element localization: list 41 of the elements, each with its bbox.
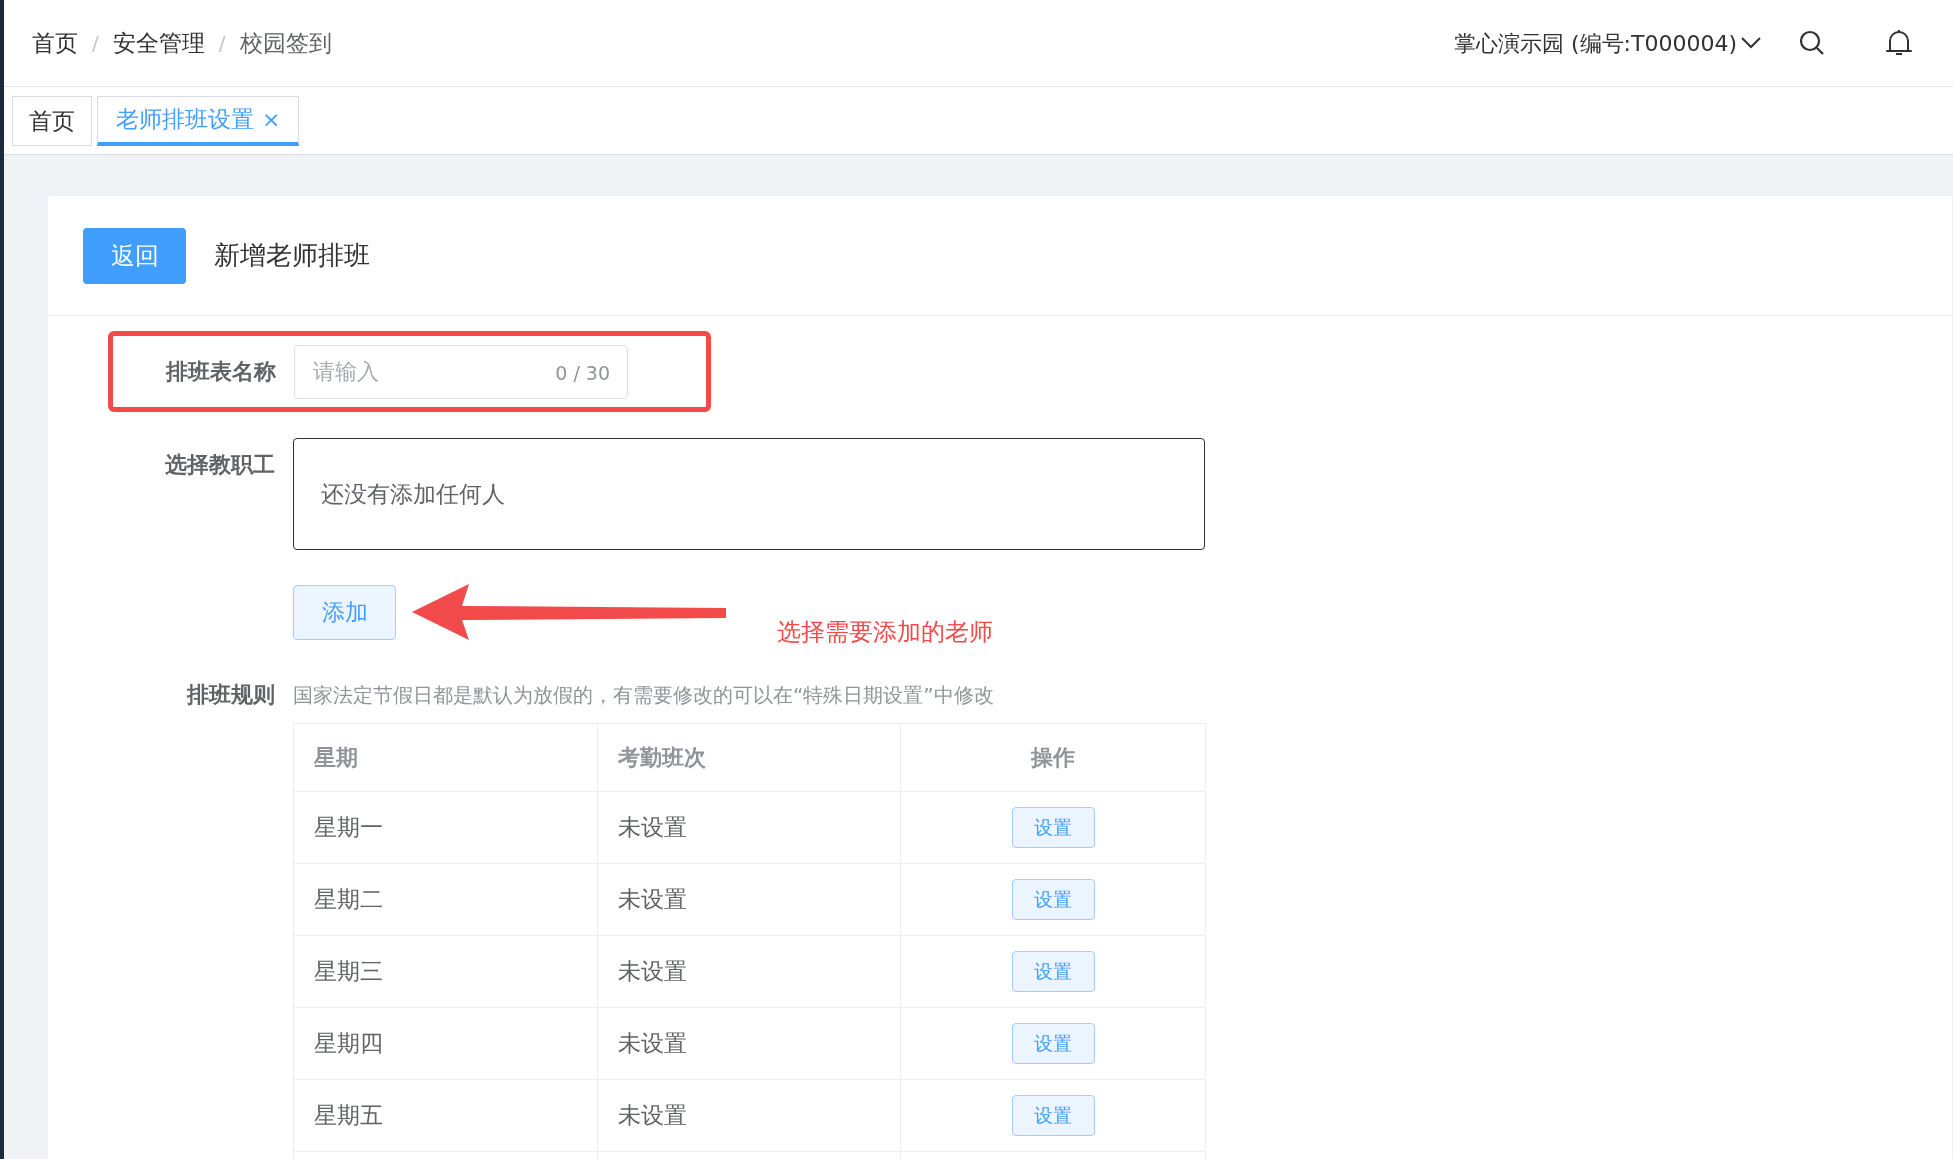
breadcrumb-item[interactable]: 安全管理 — [112, 25, 205, 61]
breadcrumb-separator: / — [218, 30, 226, 57]
table-cell-text: 星期四 — [314, 1029, 383, 1059]
add-button[interactable]: 添加 — [293, 584, 396, 640]
table-cell-text: 星期五 — [314, 1101, 383, 1131]
tab[interactable]: 首页 — [12, 96, 92, 146]
arrow-icon — [412, 584, 727, 640]
set-button[interactable]: 设置 — [1011, 879, 1095, 920]
column-header: 操作 — [1031, 744, 1076, 772]
column-header: 星期 — [314, 744, 358, 772]
table-cell-text: 未设置 — [617, 1101, 687, 1131]
breadcrumb-item[interactable]: 首页 — [32, 25, 78, 61]
form-label: 排班表名称 — [164, 358, 277, 386]
breadcrumb-separator: / — [92, 30, 99, 57]
school-selector[interactable]: 掌心演示园 (编号:T000004) — [1454, 26, 1761, 60]
table-cell-text: 星期一 — [314, 813, 383, 843]
table-cell-text: 未设置 — [617, 957, 687, 987]
search-icon[interactable] — [1799, 30, 1825, 56]
set-button[interactable]: 设置 — [1011, 951, 1095, 992]
form-label: 排班规则 — [185, 681, 276, 709]
column-header: 考勤班次 — [617, 744, 706, 772]
table-cell-text: 未设置 — [617, 813, 687, 843]
close-icon[interactable]: × — [262, 103, 281, 136]
page-title: 新增老师排班 — [214, 239, 370, 272]
breadcrumb-item: 校园签到 — [239, 28, 332, 58]
set-button[interactable]: 设置 — [1011, 1023, 1095, 1064]
back-button[interactable]: 返回 — [83, 227, 186, 284]
table-cell-text: 未设置 — [617, 885, 687, 915]
bell-icon[interactable] — [1885, 28, 1913, 58]
set-button[interactable]: 设置 — [1011, 1095, 1095, 1136]
character-counter: 0 / 30 — [555, 360, 610, 386]
tab[interactable]: 老师排班设置 × — [97, 96, 300, 146]
annotation-text: 选择需要添加的老师 — [777, 617, 993, 648]
set-button[interactable]: 设置 — [1011, 807, 1095, 848]
form-label: 选择教职工 — [164, 451, 276, 479]
chevron-down-icon — [1741, 37, 1761, 49]
hint-text: 国家法定节假日都是默认为放假的，有需要修改的可以在“特殊日期设置”中修改 — [293, 681, 994, 709]
table-cell-text: 未设置 — [617, 1029, 687, 1059]
empty-message: 还没有添加任何人 — [321, 479, 505, 509]
table-cell-text: 星期二 — [314, 885, 383, 915]
table-cell-text: 星期三 — [314, 957, 383, 987]
